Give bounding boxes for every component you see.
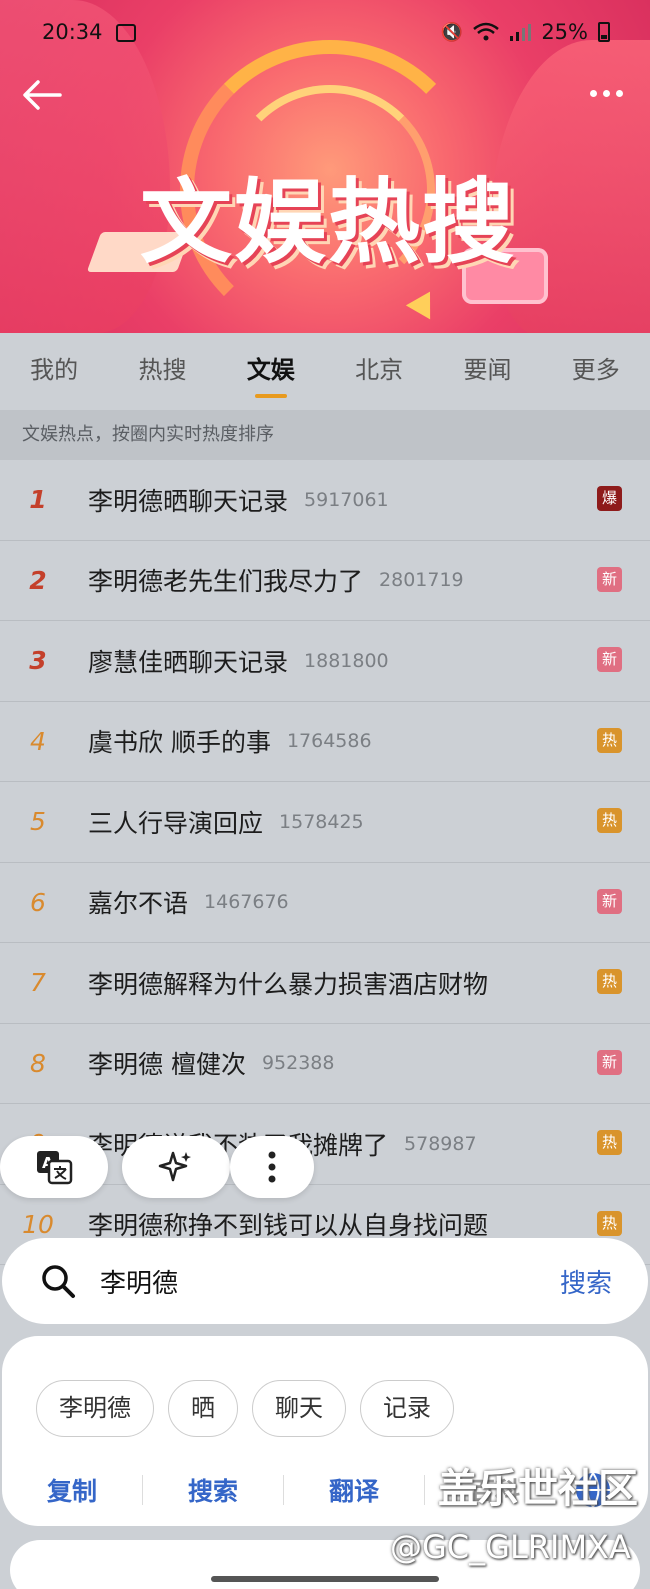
status-badge: 新 xyxy=(597,1049,622,1075)
sparkle-icon xyxy=(158,1151,191,1182)
tab-mine[interactable]: 我的 xyxy=(0,333,108,408)
item-title: 李明德老先生们我尽力了 xyxy=(88,567,364,597)
mute-icon: 🔇 xyxy=(440,21,464,43)
item-title: 李明德解释为什么暴力损害酒店财物 xyxy=(88,969,489,999)
rank-number: 8 xyxy=(30,1048,46,1078)
tab-bar: 我的 热搜 文娱 北京 要闻 更多 xyxy=(0,333,650,408)
status-badge: 爆 xyxy=(597,486,622,511)
list-item[interactable]: 7 李明德解释为什么暴力损害酒店财物 热 xyxy=(0,943,650,1024)
tab-beijing[interactable]: 北京 xyxy=(325,333,433,408)
translate-action-button[interactable]: 翻译 xyxy=(284,1472,424,1508)
list-item[interactable]: 8 李明德 檀健次 952388 新 xyxy=(0,1024,650,1104)
search-action-button[interactable]: 搜索 xyxy=(143,1472,283,1508)
list-item[interactable]: 4 虞书欣 顺手的事 1764586 热 xyxy=(0,702,650,782)
tab-hot[interactable]: 热搜 xyxy=(108,333,216,408)
word-chip[interactable]: 聊天 xyxy=(252,1380,346,1437)
more-options-button[interactable] xyxy=(584,83,628,103)
tab-more[interactable]: 更多 xyxy=(542,333,650,408)
item-title: 嘉尔不语 xyxy=(88,889,189,919)
heat-value: 2801719 xyxy=(379,569,464,592)
heat-value: 952388 xyxy=(261,1052,335,1075)
status-badge: 热 xyxy=(597,969,622,994)
rank-number: 6 xyxy=(30,887,46,917)
list-item[interactable]: 5 三人行导演回应 1578425 热 xyxy=(0,782,650,863)
item-title: 李明德晒聊天记录 xyxy=(88,486,289,516)
status-time: 20:34 xyxy=(42,20,103,44)
banner: 20:34 🔇 25% 文娱热搜 xyxy=(0,0,650,333)
heat-value: 1467676 xyxy=(204,891,289,914)
battery-icon xyxy=(598,22,610,42)
rank-number: 1 xyxy=(29,485,47,515)
watermark-handle: @GC_GLRIMXA xyxy=(390,1528,631,1566)
translate-icon: A xyxy=(37,1151,73,1185)
rank-number: 5 xyxy=(30,807,46,837)
home-indicator[interactable] xyxy=(211,1576,439,1582)
search-bar: 李明德 搜索 xyxy=(2,1238,648,1324)
copy-button[interactable]: 复制 xyxy=(2,1472,142,1508)
word-chip[interactable]: 记录 xyxy=(360,1380,454,1437)
rank-number: 4 xyxy=(30,726,46,756)
rank-number: 7 xyxy=(30,968,46,998)
watermark-text: 盖乐世社区 xyxy=(438,1466,638,1512)
tab-news[interactable]: 要闻 xyxy=(433,333,541,408)
status-bar: 20:34 🔇 25% xyxy=(0,20,650,50)
heat-value: 1764586 xyxy=(286,730,372,753)
rank-number: 10 xyxy=(22,1209,54,1239)
word-chips: 李明德 晒 聊天 记录 xyxy=(36,1380,454,1437)
signal-icon xyxy=(510,24,532,41)
status-badge: 新 xyxy=(597,566,622,592)
vertical-dots-icon xyxy=(268,1151,276,1183)
banner-title: 文娱热搜 xyxy=(140,169,517,276)
list-item[interactable]: 3 廖慧佳晒聊天记录 1881800 新 xyxy=(0,621,650,702)
search-input[interactable]: 李明德 xyxy=(100,1263,178,1300)
overflow-menu-button[interactable] xyxy=(230,1136,314,1198)
status-badge: 新 xyxy=(597,647,622,672)
item-title: 廖慧佳晒聊天记录 xyxy=(88,647,289,677)
battery-level: 25% xyxy=(541,20,588,44)
status-badge: 新 xyxy=(597,888,622,914)
image-icon xyxy=(116,24,136,42)
heat-value: 578987 xyxy=(404,1132,477,1155)
list-subheading: 文娱热点，按圈内实时热度排序 xyxy=(0,410,650,460)
wifi-icon xyxy=(473,22,500,41)
item-title: 虞书欣 顺手的事 xyxy=(88,728,271,758)
word-chip[interactable]: 李明德 xyxy=(36,1380,154,1437)
list-item[interactable]: 2 李明德老先生们我尽力了 2801719 新 xyxy=(0,541,650,621)
search-button[interactable]: 搜索 xyxy=(560,1263,612,1300)
status-badge: 热 xyxy=(597,808,622,833)
translate-button[interactable]: A xyxy=(0,1136,108,1198)
tab-entertainment[interactable]: 文娱 xyxy=(217,333,325,408)
status-badge: 热 xyxy=(597,1210,622,1236)
heat-value: 1881800 xyxy=(304,649,389,672)
list-item[interactable]: 6 嘉尔不语 1467676 新 xyxy=(0,863,650,943)
search-icon xyxy=(42,1265,75,1298)
rank-number: 3 xyxy=(29,646,47,676)
item-title: 李明德 檀健次 xyxy=(88,1050,246,1080)
list-item[interactable]: 1 李明德晒聊天记录 5917061 爆 xyxy=(0,460,650,541)
status-badge: 热 xyxy=(597,727,622,753)
back-arrow-icon[interactable] xyxy=(20,78,64,112)
word-chip[interactable]: 晒 xyxy=(168,1380,238,1437)
rank-number: 2 xyxy=(29,565,47,595)
heat-value: 1578425 xyxy=(279,810,364,833)
heat-value: 5917061 xyxy=(304,488,389,511)
item-title: 三人行导演回应 xyxy=(88,808,264,838)
status-badge: 热 xyxy=(597,1130,622,1155)
item-title: 李明德称挣不到钱可以从自身找问题 xyxy=(88,1211,489,1241)
ai-assist-button[interactable] xyxy=(122,1136,230,1198)
